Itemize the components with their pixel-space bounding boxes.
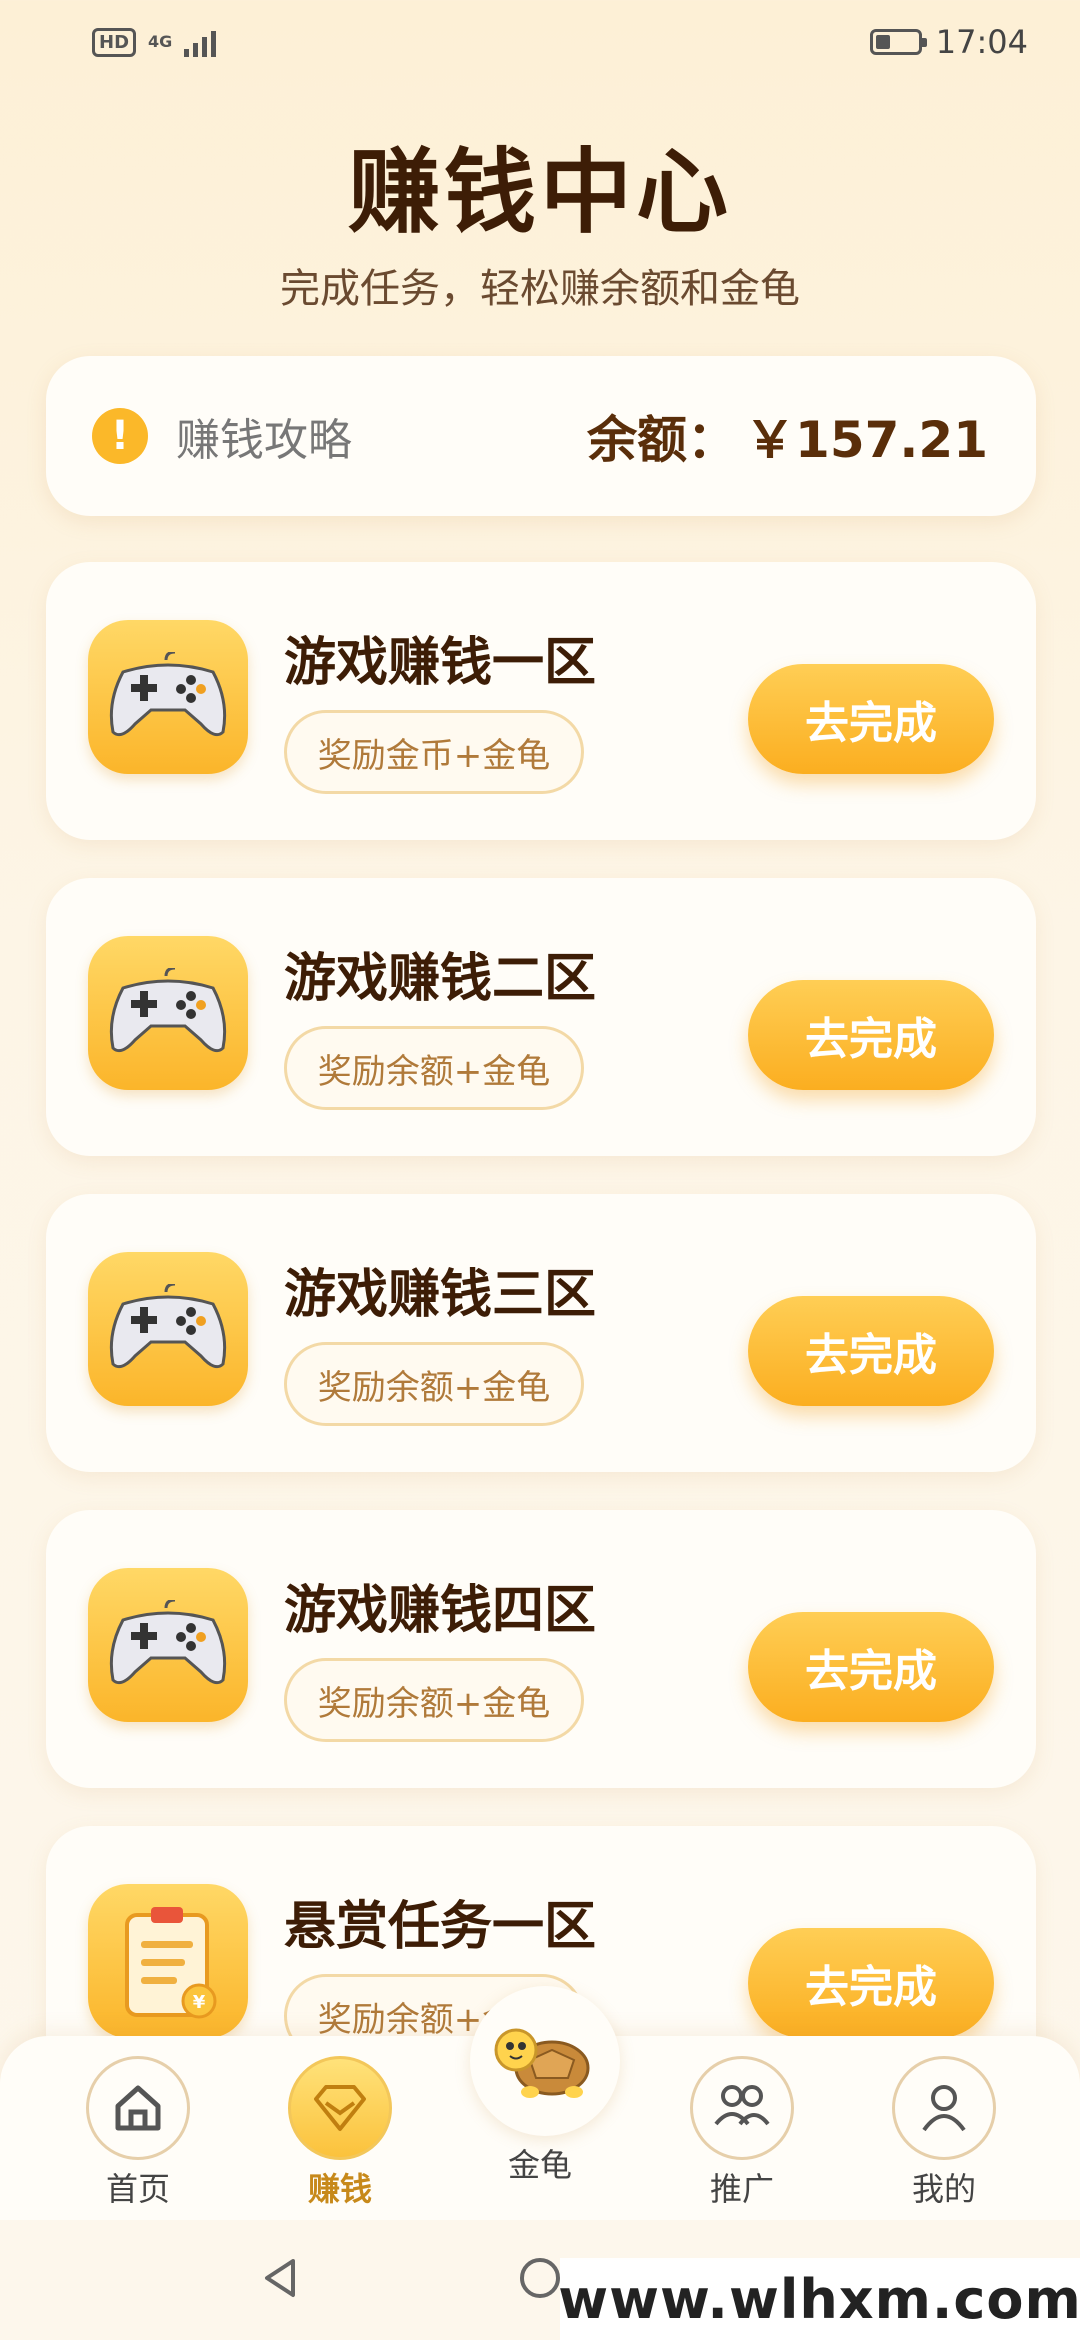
turtle-icon xyxy=(470,1986,620,2136)
tab-label: 赚钱 xyxy=(307,2170,372,2208)
task-title: 游戏赚钱二区 xyxy=(284,949,597,1009)
go-complete-button[interactable]: 去完成 xyxy=(748,980,994,1090)
clock: 17:04 xyxy=(935,23,1028,61)
task-title: 悬赏任务一区 xyxy=(284,1897,597,1957)
tab-label: 我的 xyxy=(911,2170,976,2208)
earning-guide-link[interactable]: ! 赚钱攻略 xyxy=(92,404,352,468)
tab-home[interactable]: 首页 xyxy=(68,2056,208,2210)
battery-icon xyxy=(869,29,927,55)
people-icon xyxy=(690,2056,794,2160)
balance-display: 余额： ￥157.21 xyxy=(587,400,988,472)
go-complete-button[interactable]: 去完成 xyxy=(748,1296,994,1406)
tab-earn[interactable]: 赚钱 xyxy=(270,2056,410,2210)
tab-promote[interactable]: 推广 xyxy=(672,2056,812,2210)
page-subtitle: 完成任务，轻松赚余额和金龟 xyxy=(280,266,800,312)
tab-turtle[interactable]: 金龟 xyxy=(470,1986,620,2186)
task-card: 游戏赚钱三区 奖励余额+金龟 去完成 xyxy=(46,1194,1036,1472)
gamepad-icon xyxy=(88,1568,248,1722)
reward-badge: 奖励余额+金龟 xyxy=(284,1026,584,1110)
gamepad-icon xyxy=(88,620,248,774)
gamepad-icon xyxy=(88,1252,248,1406)
back-icon[interactable] xyxy=(255,2253,305,2307)
task-title: 游戏赚钱四区 xyxy=(284,1581,597,1641)
status-right: 17:04 xyxy=(869,23,1028,61)
clipboard-icon: ¥ xyxy=(88,1884,248,2038)
tab-label: 金龟 xyxy=(507,2146,572,2184)
page-title: 赚钱中心 xyxy=(347,139,732,246)
exclamation-icon: ! xyxy=(92,408,148,464)
status-left: HD 4G xyxy=(92,27,217,57)
status-bar: HD 4G 17:04 xyxy=(0,0,1080,84)
guide-label: 赚钱攻略 xyxy=(176,415,352,466)
gamepad-icon xyxy=(88,936,248,1090)
svg-text:¥: ¥ xyxy=(193,1992,206,2013)
reward-badge: 奖励金币+金龟 xyxy=(284,710,584,794)
signal-icon xyxy=(184,27,217,57)
reward-badge: 奖励余额+金龟 xyxy=(284,1342,584,1426)
task-list: 游戏赚钱一区 奖励金币+金龟 去完成 游戏赚钱二区 奖励余额+金龟 去完成 游戏… xyxy=(46,562,1036,2142)
diamond-icon xyxy=(288,2056,392,2160)
task-title: 游戏赚钱三区 xyxy=(284,1265,597,1325)
network-type: 4G xyxy=(148,32,173,51)
tab-label: 首页 xyxy=(105,2170,170,2208)
task-card: 游戏赚钱二区 奖励余额+金龟 去完成 xyxy=(46,878,1036,1156)
hd-badge: HD xyxy=(92,27,137,57)
tab-mine[interactable]: 我的 xyxy=(874,2056,1014,2210)
balance-label: 余额： xyxy=(587,411,738,469)
watermark: www.wlhxm.com xyxy=(558,2258,1080,2340)
go-complete-button[interactable]: 去完成 xyxy=(748,664,994,774)
go-complete-button[interactable]: 去完成 xyxy=(748,1928,994,2038)
tab-label: 推广 xyxy=(709,2170,774,2208)
go-complete-button[interactable]: 去完成 xyxy=(748,1612,994,1722)
task-card: 游戏赚钱一区 奖励金币+金龟 去完成 xyxy=(46,562,1036,840)
task-card: 游戏赚钱四区 奖励余额+金龟 去完成 xyxy=(46,1510,1036,1788)
bottom-tab-bar: 首页 赚钱 金龟 推广 我的 xyxy=(0,1986,1080,2220)
balance-amount: ￥157.21 xyxy=(745,411,988,469)
home-icon xyxy=(86,2056,190,2160)
reward-badge: 奖励余额+金龟 xyxy=(284,1658,584,1742)
user-icon xyxy=(892,2056,996,2160)
balance-card: ! 赚钱攻略 余额： ￥157.21 xyxy=(46,356,1036,516)
task-title: 游戏赚钱一区 xyxy=(284,633,597,693)
